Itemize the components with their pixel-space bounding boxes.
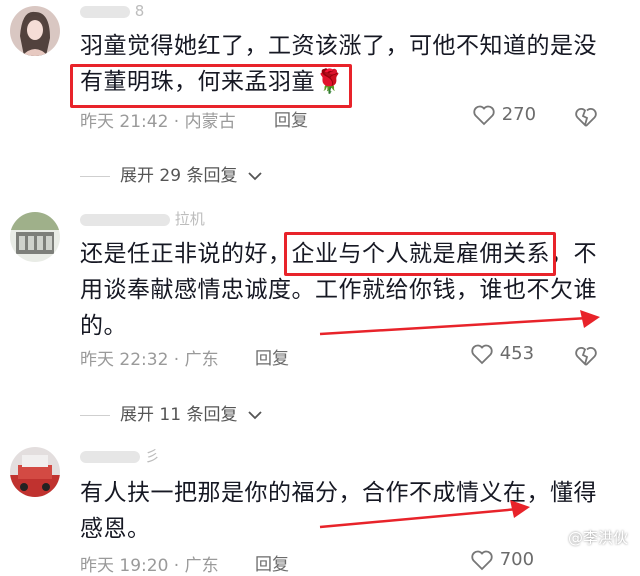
avatar-image [10, 212, 60, 262]
comment-line: 羽童觉得她红了，工资该涨了，可他不知道的是没 [80, 33, 597, 59]
like-count: 270 [501, 104, 537, 125]
like-count: 453 [499, 343, 535, 364]
like-button[interactable]: 270 [472, 104, 536, 126]
timestamp: 昨天 19:20 [80, 556, 169, 576]
like-button[interactable]: 453 [470, 343, 534, 365]
highlight-box [284, 232, 556, 276]
avatar[interactable] [10, 212, 60, 262]
reply-button[interactable]: 回复 [255, 550, 289, 575]
dislike-button[interactable] [574, 345, 598, 367]
expand-replies-button[interactable]: 展开 29 条回复 [80, 161, 263, 186]
chevron-down-icon [248, 172, 262, 181]
comment-line: 用谈奉献感情忠诚度。工作就给你钱，谁也不欠谁 [80, 277, 597, 303]
watermark: @李洪伙 [567, 529, 628, 547]
comment-meta: 昨天 22:32 · 广东 [80, 350, 219, 370]
avatar-image [10, 447, 60, 497]
highlight-box [70, 64, 352, 108]
comment-meta: 昨天 19:20 · 广东 [80, 556, 219, 576]
red-arrow [319, 310, 600, 336]
divider [80, 414, 110, 416]
location: 内蒙古 [184, 112, 236, 132]
broken-heart-icon [575, 347, 597, 366]
like-button[interactable]: 700 [470, 549, 534, 571]
location: 广东 [184, 350, 219, 370]
username[interactable]: 彡 [80, 445, 160, 466]
location: 广东 [184, 556, 219, 576]
heart-icon [471, 550, 493, 571]
chevron-down-icon [248, 411, 262, 420]
expand-replies-button[interactable]: 展开 11 条回复 [80, 400, 263, 425]
comment-meta: 昨天 21:42 · 内蒙古 [80, 112, 236, 132]
avatar-image [10, 6, 60, 56]
username[interactable]: 拉机 [80, 208, 205, 229]
timestamp: 昨天 22:32 [80, 350, 169, 370]
dislike-button[interactable] [574, 106, 598, 128]
divider [80, 175, 110, 177]
heart-icon [471, 344, 493, 365]
reply-button[interactable]: 回复 [255, 344, 289, 369]
red-arrow [319, 500, 530, 529]
broken-heart-icon [575, 108, 597, 127]
avatar[interactable] [10, 6, 60, 56]
timestamp: 昨天 21:42 [80, 112, 169, 132]
username[interactable]: 8 [80, 2, 144, 20]
reply-button[interactable]: 回复 [274, 106, 308, 131]
heart-icon [473, 105, 495, 126]
avatar[interactable] [10, 447, 60, 497]
